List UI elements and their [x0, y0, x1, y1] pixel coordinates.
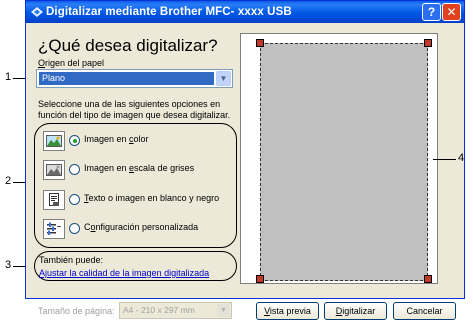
- window-title: Digitalizar mediante Brother MFC- xxxx U…: [46, 6, 292, 18]
- paper-source-value: Plano: [39, 72, 214, 85]
- radio-grayscale[interactable]: [69, 164, 80, 175]
- paper-source-accel: O: [38, 58, 46, 68]
- adjust-quality-link[interactable]: Ajustar la calidad de la imagen digitali…: [39, 268, 209, 278]
- page-size-label: Tamaño de página:: [38, 306, 115, 316]
- also-label: También puede:: [39, 255, 104, 265]
- option-custom-label: Configuración personalizada: [84, 222, 199, 232]
- instructions-line-2: función del tipo de imagen que desea dig…: [38, 110, 231, 120]
- page-size-value: A4 - 210 x 297 mm: [123, 305, 195, 315]
- title-bar[interactable]: Digitalizar mediante Brother MFC- xxxx U…: [26, 1, 464, 23]
- option-custom[interactable]: Configuración personalizada: [43, 219, 233, 241]
- help-button[interactable]: ?: [422, 3, 441, 21]
- page-size-select[interactable]: A4 - 210 x 297 mm ▼: [119, 302, 232, 319]
- resize-handle-top-left[interactable]: [256, 39, 264, 47]
- callout-4: 4: [458, 152, 465, 164]
- paper-source-label: Origen del papel: [38, 58, 104, 68]
- paper-source-label-text: rigen del papel: [45, 58, 105, 68]
- radio-custom[interactable]: [69, 223, 80, 234]
- callout-1: 1: [5, 71, 12, 83]
- resize-handle-top-right[interactable]: [424, 39, 432, 47]
- option-color-label: Imagen en color: [84, 134, 149, 144]
- option-text-bw[interactable]: Texto o imagen en blanco y negro: [43, 190, 238, 212]
- custom-settings-icon[interactable]: [43, 219, 65, 239]
- text-document-icon[interactable]: [43, 190, 65, 210]
- option-color[interactable]: Imagen en color: [43, 131, 223, 153]
- preview-button[interactable]: Vista previa: [256, 302, 319, 320]
- resize-handle-bottom-right[interactable]: [424, 275, 432, 283]
- color-photo-icon[interactable]: [43, 131, 65, 151]
- cancel-button[interactable]: Cancelar: [393, 302, 456, 320]
- chevron-down-icon[interactable]: ▼: [216, 71, 231, 86]
- instructions-line-1: Seleccione una de las siguientes opcione…: [38, 99, 221, 109]
- page-title: ¿Qué desea digitalizar?: [38, 36, 218, 55]
- option-grayscale[interactable]: Imagen en escala de grises: [43, 160, 223, 182]
- option-grayscale-label: Imagen en escala de grises: [84, 163, 195, 173]
- callout-2: 2: [5, 175, 12, 187]
- grayscale-photo-icon[interactable]: [43, 160, 65, 180]
- callout-4-line: [433, 159, 456, 160]
- callout-3: 3: [5, 259, 12, 271]
- radio-text-bw[interactable]: [69, 194, 80, 205]
- scan-selection-region[interactable]: [260, 43, 428, 281]
- paper-source-select[interactable]: Plano ▼: [36, 69, 233, 88]
- scanner-logo-icon: [31, 7, 43, 17]
- scan-dialog: Digitalizar mediante Brother MFC- xxxx U…: [25, 0, 465, 320]
- resize-handle-bottom-left[interactable]: [256, 275, 264, 283]
- close-button[interactable]: ✕: [442, 3, 461, 21]
- option-text-bw-label: Texto o imagen en blanco y negro: [84, 193, 220, 203]
- radio-color[interactable]: [69, 135, 80, 146]
- scan-preview-area[interactable]: [240, 33, 438, 284]
- scan-button[interactable]: Digitalizar: [324, 302, 387, 320]
- chevron-down-icon[interactable]: ▼: [217, 304, 230, 317]
